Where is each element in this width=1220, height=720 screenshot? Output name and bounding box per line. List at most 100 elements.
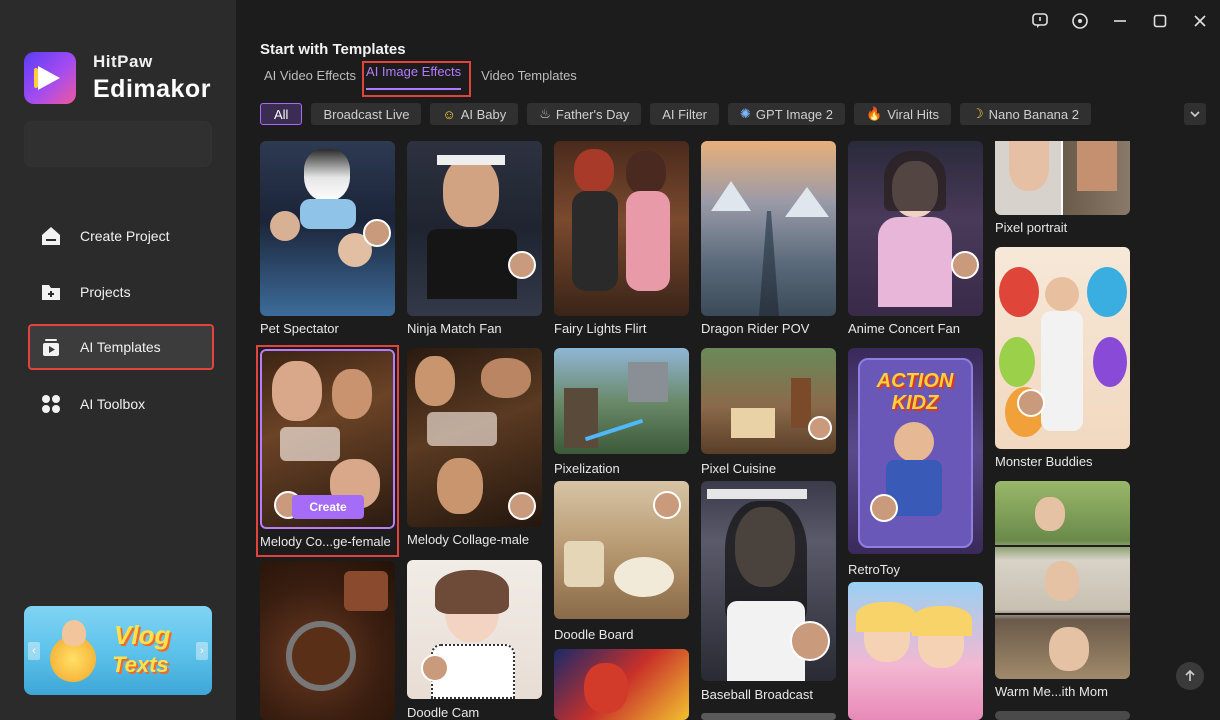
template-card-ninja-match-fan[interactable]: Ninja Match Fan: [407, 141, 542, 341]
template-card-baseball-broadcast[interactable]: Baseball Broadcast: [701, 481, 836, 706]
scroll-to-top-button[interactable]: [1176, 662, 1204, 690]
chevron-down-icon[interactable]: [1184, 103, 1206, 125]
template-thumbnail: [407, 141, 542, 316]
template-card-melody-collage-female[interactable]: Create Melody Co...ge-female: [256, 345, 399, 557]
sample-avatar: [421, 654, 449, 682]
template-card-next[interactable]: [701, 713, 836, 720]
maximize-icon[interactable]: [1140, 8, 1180, 34]
template-grid: Pet Spectator Create Melody Co...ge-fema…: [236, 141, 1220, 720]
sidebar-item-projects[interactable]: Projects: [28, 269, 214, 315]
sample-avatar: [951, 251, 979, 279]
minimize-icon[interactable]: [1100, 8, 1140, 34]
arrow-up-icon: [1185, 669, 1195, 681]
template-card-comic-hero[interactable]: [554, 649, 689, 720]
category-filter: All Broadcast Live ☺ AI Baby ♨ Father's Da…: [260, 103, 1210, 125]
banner-prev-icon[interactable]: ‹: [28, 642, 40, 660]
template-card-next[interactable]: [995, 711, 1130, 720]
main-content: Start with Templates AI Video Effects AI…: [236, 0, 1220, 720]
template-card-warm-memories-with-mom[interactable]: Warm Me...ith Mom: [995, 481, 1130, 703]
templates-icon: [40, 336, 62, 358]
template-thumbnail: [554, 348, 689, 454]
openai-icon: ✺: [740, 106, 751, 121]
template-card-dolls[interactable]: [848, 582, 983, 720]
template-thumbnail: [407, 348, 542, 527]
sample-avatar: [808, 416, 832, 440]
template-thumbnail: [848, 141, 983, 316]
chip-broadcast-live[interactable]: Broadcast Live: [311, 103, 422, 125]
kid-image: [62, 620, 86, 646]
brand-name-main: Edimakor: [93, 75, 211, 103]
chip-all[interactable]: All: [260, 103, 303, 125]
banner-title-line1: Vlog: [114, 620, 171, 650]
toy-brand-label: ACTION KIDZ: [876, 370, 954, 414]
template-thumbnail: ACTION KIDZ: [848, 348, 983, 554]
brand-name-top: HitPaw: [93, 52, 153, 71]
template-thumbnail: [701, 141, 836, 316]
account-panel[interactable]: [24, 121, 212, 167]
chip-ai-filter[interactable]: AI Filter: [650, 103, 720, 125]
template-card-monster-buddies[interactable]: Monster Buddies: [995, 247, 1130, 472]
template-thumbnail: [848, 582, 983, 720]
tab-ai-image-effects[interactable]: AI Image Effects: [362, 61, 472, 97]
settings-icon[interactable]: [1060, 8, 1100, 34]
tab-video-templates[interactable]: Video Templates: [477, 65, 581, 95]
page-title: Start with Templates: [260, 41, 406, 58]
sidebar-item-ai-toolbox[interactable]: AI Toolbox: [28, 381, 214, 427]
template-tabs: AI Video Effects AI Image Effects Video …: [260, 61, 587, 97]
template-thumbnail: [554, 481, 689, 619]
sidebar-item-ai-templates[interactable]: AI Templates: [28, 324, 214, 370]
template-thumbnail: [995, 711, 1130, 720]
chip-ai-baby[interactable]: ☺ AI Baby: [430, 103, 519, 125]
sample-avatar: [363, 219, 391, 247]
banana-icon: ☽: [971, 106, 984, 121]
template-card-pixel-portrait[interactable]: Pixel portrait: [995, 141, 1130, 239]
sidebar: HitPaw Edimakor Create Project Projects …: [0, 0, 236, 720]
template-thumbnail: [995, 141, 1130, 215]
banner-title-line2: Texts: [112, 652, 169, 677]
father-icon: ♨: [539, 106, 551, 121]
template-card-doodle-cam[interactable]: Doodle Cam: [407, 560, 542, 720]
template-card-bbq[interactable]: [260, 561, 395, 720]
sample-avatar: [653, 491, 681, 519]
template-thumbnail: [701, 713, 836, 720]
folder-icon: [40, 281, 62, 303]
template-thumbnail: [701, 348, 836, 454]
chip-fathers-day[interactable]: ♨ Father's Day: [527, 103, 642, 125]
sample-avatar: [1017, 389, 1045, 417]
tab-ai-video-effects[interactable]: AI Video Effects: [260, 65, 360, 95]
home-icon: [40, 225, 62, 247]
toolbox-icon: [40, 393, 62, 415]
window-controls: [1020, 8, 1220, 34]
template-thumbnail: [407, 560, 542, 699]
sidebar-item-create-project[interactable]: Create Project: [28, 213, 214, 259]
template-card-pet-spectator[interactable]: Pet Spectator: [260, 141, 395, 341]
sample-avatar: [508, 492, 536, 520]
template-thumbnail: [260, 141, 395, 316]
template-card-fairy-lights-flirt[interactable]: Fairy Lights Flirt: [554, 141, 689, 341]
template-thumbnail: [260, 561, 395, 720]
chip-nano-banana-2[interactable]: ☽ Nano Banana 2: [959, 103, 1091, 125]
template-card-pixelization[interactable]: Pixelization: [554, 348, 689, 478]
template-card-dragon-rider-pov[interactable]: Dragon Rider POV: [701, 141, 836, 341]
banner-next-icon[interactable]: ›: [196, 642, 208, 660]
template-thumbnail: Create: [260, 349, 395, 529]
template-card-retrotoy[interactable]: ACTION KIDZ RetroToy: [848, 348, 983, 578]
template-card-anime-concert-fan[interactable]: Anime Concert Fan: [848, 141, 983, 341]
create-button[interactable]: Create: [292, 495, 364, 519]
close-icon[interactable]: [1180, 8, 1220, 34]
template-thumbnail: [995, 247, 1130, 449]
template-thumbnail: [995, 481, 1130, 679]
baby-face-icon: ☺: [442, 106, 456, 122]
feedback-icon[interactable]: [1020, 8, 1060, 34]
chip-viral-hits[interactable]: 🔥 Viral Hits: [854, 103, 951, 125]
template-thumbnail: [554, 141, 689, 316]
template-card-pixel-cuisine[interactable]: Pixel Cuisine: [701, 348, 836, 478]
sample-avatar: [870, 494, 898, 522]
sample-avatar: [508, 251, 536, 279]
sample-avatar: [790, 621, 830, 661]
chip-gpt-image-2[interactable]: ✺ GPT Image 2: [728, 103, 845, 125]
vlog-texts-banner[interactable]: Vlog Texts ‹ ›: [24, 606, 212, 695]
template-card-doodle-board[interactable]: Doodle Board: [554, 481, 689, 642]
template-card-melody-collage-male[interactable]: Melody Collage-male: [407, 348, 542, 548]
fire-icon: 🔥: [866, 106, 883, 121]
